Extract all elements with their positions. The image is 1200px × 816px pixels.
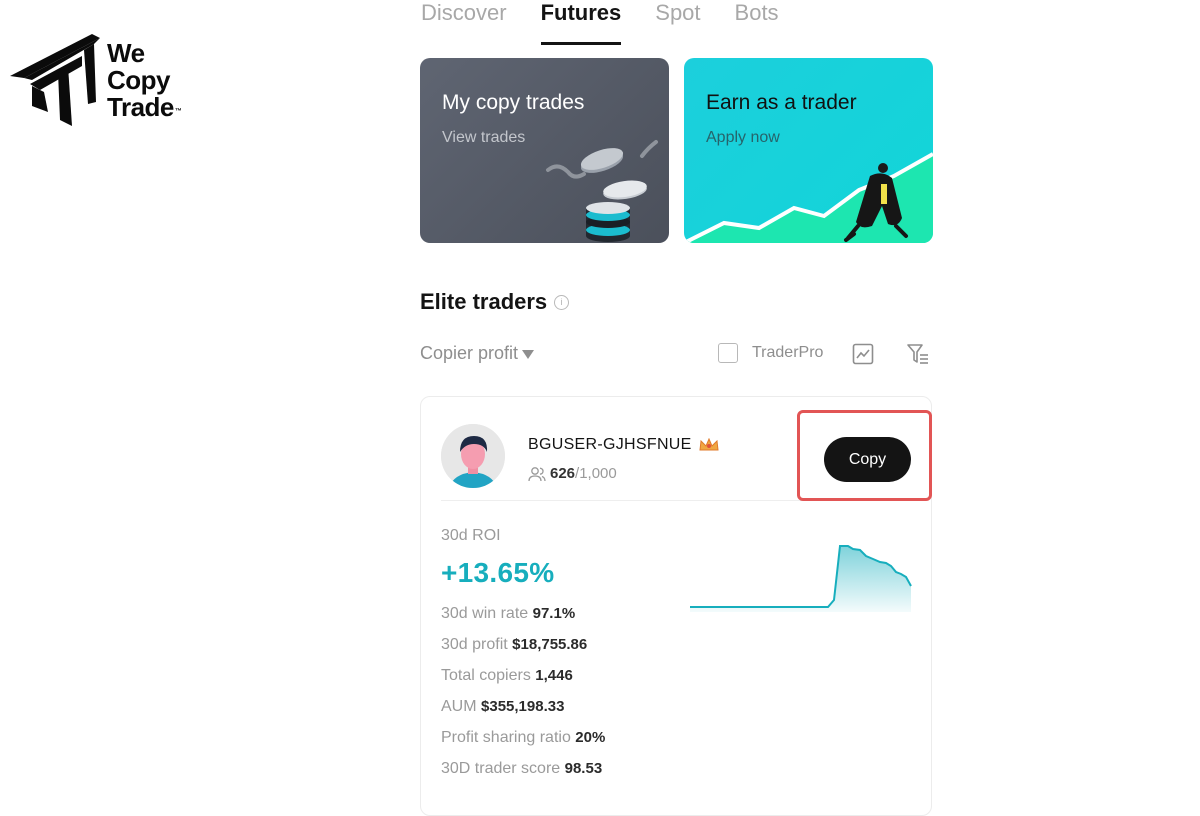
filter-icon[interactable] — [906, 342, 930, 366]
stat-label: Profit sharing ratio — [441, 729, 571, 746]
coins-illustration — [546, 140, 658, 242]
tab-futures[interactable]: Futures — [540, 0, 622, 45]
stat-profit: 30d profit $18,755.86 — [441, 636, 605, 667]
stat-label: AUM — [441, 698, 477, 715]
roi-value: +13.65% — [441, 557, 555, 588]
trademark: ™ — [174, 108, 182, 115]
copiers-current: 626 — [550, 465, 576, 482]
trader-stats: 30d win rate 97.1% 30d profit $18,755.86… — [441, 605, 605, 791]
stat-win-rate: 30d win rate 97.1% — [441, 605, 605, 636]
trader-username[interactable]: BGUSER-GJHSFNUE — [528, 436, 692, 454]
apply-now-link[interactable]: Apply now — [706, 129, 780, 147]
tab-spot[interactable]: Spot — [655, 0, 700, 42]
sort-label: Copier profit — [420, 343, 519, 363]
stat-total-copiers: Total copiers 1,446 — [441, 667, 605, 698]
logo-line-we: We — [107, 38, 145, 68]
stat-value: 98.53 — [564, 760, 603, 777]
traderpro-label: TraderPro — [752, 344, 824, 361]
stat-value: 97.1% — [532, 605, 576, 622]
logo-line-copy: Copy — [107, 65, 170, 95]
stat-aum: AUM $355,198.33 — [441, 698, 605, 729]
my-copy-trades-title: My copy trades — [442, 91, 585, 114]
stat-label: 30D trader score — [441, 760, 561, 777]
trader-name[interactable]: BGUSER-GJHSFNUE — [528, 436, 720, 454]
logo-line-trade-text: Trade — [107, 92, 174, 122]
my-copy-trades-card[interactable]: My copy trades View trades — [420, 58, 669, 243]
logo-arrow-icon — [10, 34, 100, 126]
traderpro-filter[interactable]: TraderPro — [718, 343, 823, 363]
line-chart-icon[interactable] — [852, 343, 874, 365]
earn-as-trader-card[interactable]: Earn as a trader Apply now — [684, 58, 933, 243]
stat-trader-score: 30D trader score 98.53 — [441, 760, 605, 791]
stat-value: $355,198.33 — [481, 698, 565, 715]
copier-count: 626/1,000 — [528, 465, 617, 482]
stat-value: 20% — [575, 729, 606, 746]
view-trades-link[interactable]: View trades — [442, 129, 525, 147]
earn-as-trader-title: Earn as a trader — [706, 91, 857, 114]
growth-chart-illustration — [684, 152, 933, 243]
caret-down-icon — [522, 350, 535, 359]
roi-label: 30d ROI — [441, 527, 501, 544]
traderpro-checkbox[interactable] — [718, 343, 738, 363]
avatar-person-icon — [441, 424, 505, 488]
people-icon — [528, 466, 546, 481]
info-icon[interactable]: i — [554, 294, 570, 310]
logo-line-trade: Trade™ — [107, 94, 182, 121]
tab-discover[interactable]: Discover — [421, 0, 507, 42]
stat-value: 1,446 — [535, 667, 573, 684]
elite-traders-title: Elite traders — [420, 289, 548, 314]
sort-dropdown[interactable]: Copier profit — [420, 343, 535, 364]
market-tabs: Discover Futures Spot Bots — [421, 0, 779, 46]
elite-traders-heading: Elite traders i — [420, 289, 570, 315]
roi-sparkline — [690, 545, 912, 612]
copiers-max: /1,000 — [575, 465, 617, 482]
stat-profit-sharing: Profit sharing ratio 20% — [441, 729, 605, 760]
stat-label: Total copiers — [441, 667, 531, 684]
wecopytrade-logo: We Copy Trade™ — [10, 32, 210, 128]
stat-label: 30d profit — [441, 636, 508, 653]
logo-wordmark: We Copy Trade™ — [107, 40, 182, 121]
stat-value: $18,755.86 — [512, 636, 588, 653]
crown-icon — [699, 438, 719, 451]
tab-bots[interactable]: Bots — [735, 0, 779, 42]
copy-button[interactable]: Copy — [824, 437, 911, 482]
avatar[interactable] — [441, 424, 505, 488]
stat-label: 30d win rate — [441, 605, 529, 622]
